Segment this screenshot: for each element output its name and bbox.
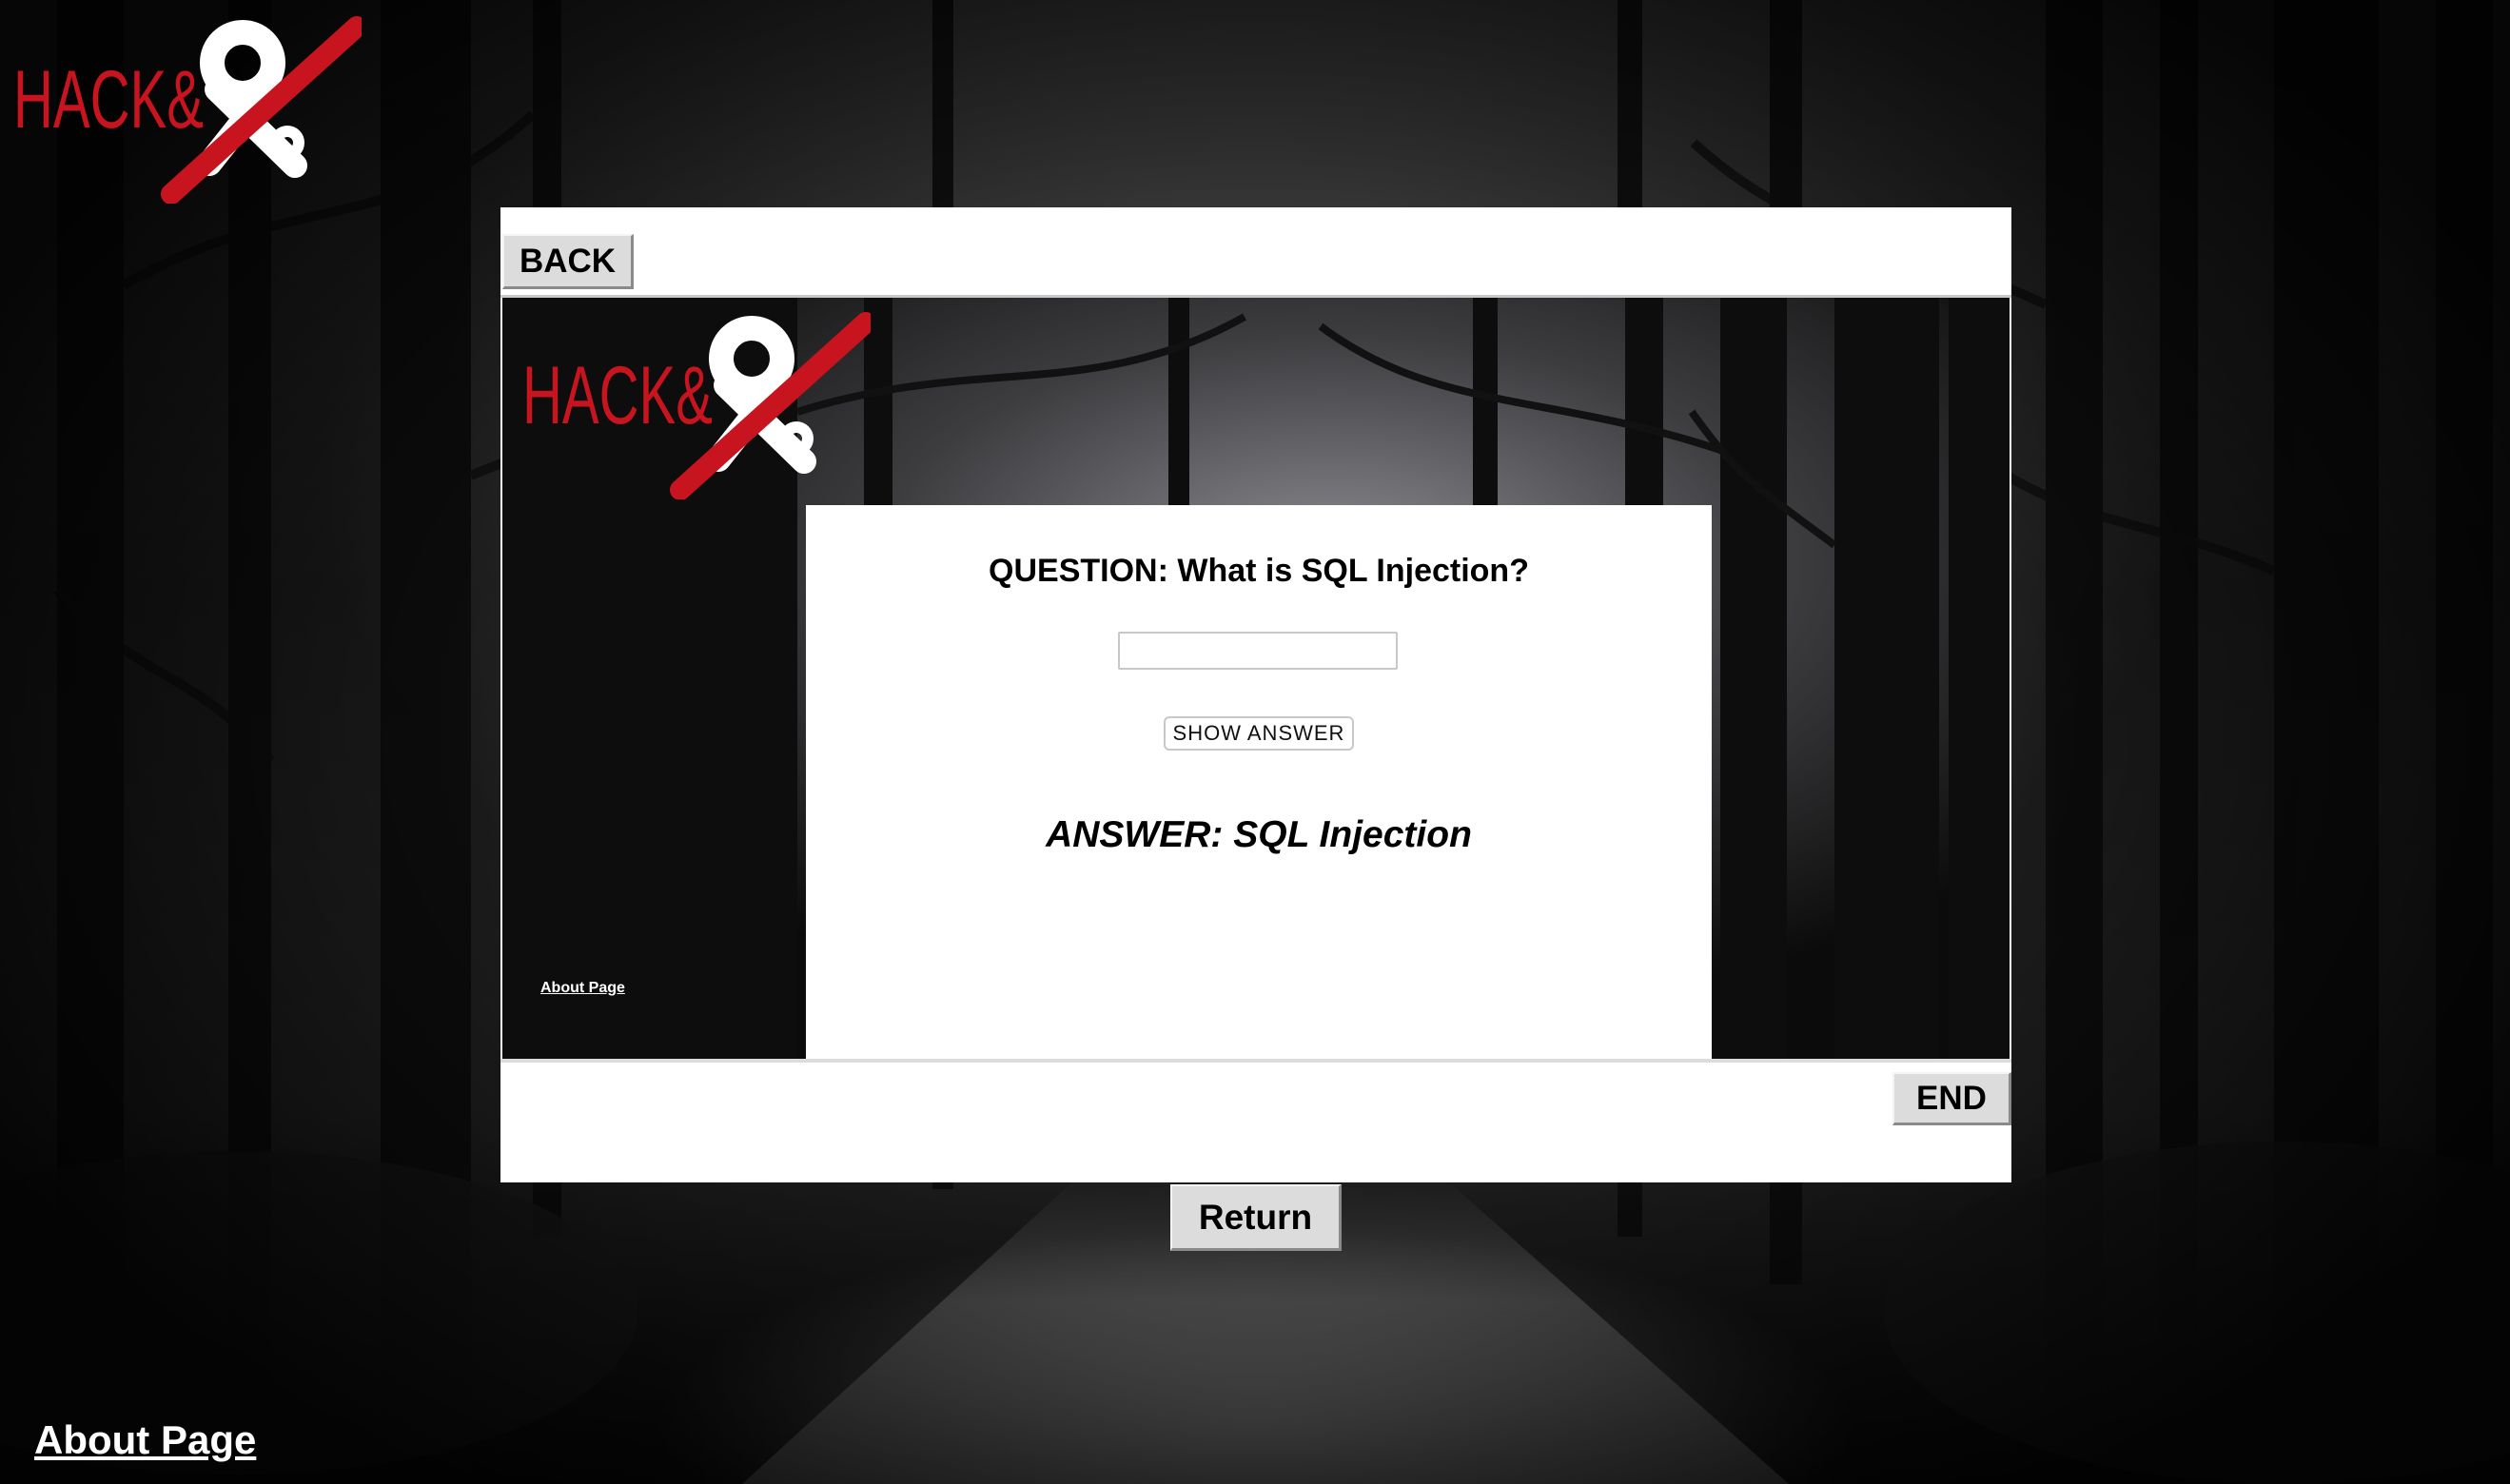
back-button[interactable]: BACK	[502, 234, 634, 289]
question-card: QUESTION: What is SQL Injection? SHOW AN…	[806, 505, 1712, 1059]
return-button[interactable]: Return	[1170, 1184, 1342, 1251]
main-frame: BACK HACK& QUESTION: What is SQL Injecti…	[500, 207, 2011, 1182]
logo-wordmark-inner: HACK&	[522, 350, 713, 441]
end-button[interactable]: END	[1892, 1072, 2011, 1125]
about-page-link-inner[interactable]: About Page	[540, 980, 625, 997]
top-toolbar: BACK	[500, 207, 2011, 298]
answer-input[interactable]	[1118, 632, 1398, 670]
hack-logo: HACK&	[13, 16, 362, 204]
bottom-toolbar: END	[500, 1063, 2011, 1182]
page-background: HACK& BACK HACK& QUESTION: What is SQL I…	[0, 0, 2510, 1484]
answer-text: ANSWER: SQL Injection	[1046, 814, 1472, 855]
logo-wordmark: HACK&	[13, 54, 204, 146]
hack-logo-inner: HACK&	[522, 312, 871, 499]
question-text: QUESTION: What is SQL Injection?	[989, 553, 1529, 589]
show-answer-button[interactable]: SHOW ANSWER	[1164, 716, 1354, 751]
about-page-link[interactable]: About Page	[34, 1417, 256, 1463]
